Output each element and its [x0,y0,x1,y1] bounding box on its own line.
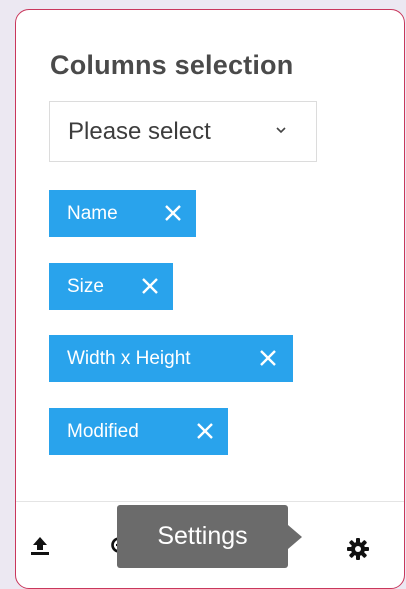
close-icon[interactable] [258,348,278,368]
columns-select[interactable]: Please select [49,101,317,162]
close-icon[interactable] [140,276,160,296]
close-icon[interactable] [163,203,183,223]
tag-label: Width x Height [67,347,191,369]
tooltip-arrow [288,525,302,549]
tag-label: Size [67,275,104,297]
tag-label: Modified [67,420,139,442]
gear-icon[interactable] [346,537,370,566]
tag-size: Size [49,263,173,310]
columns-selection-panel: Columns selection Please select Name Siz… [15,9,405,589]
tag-name: Name [49,190,196,237]
select-placeholder: Please select [68,118,211,145]
tag-label: Name [67,202,118,224]
panel-title: Columns selection [50,50,294,80]
upload-icon[interactable] [29,535,51,562]
chevron-down-icon [274,123,288,137]
tag-width-height: Width x Height [49,335,293,382]
toolbar-divider [16,501,404,502]
tag-modified: Modified [49,408,228,455]
close-icon[interactable] [195,421,215,441]
settings-tooltip: Settings [117,505,288,568]
